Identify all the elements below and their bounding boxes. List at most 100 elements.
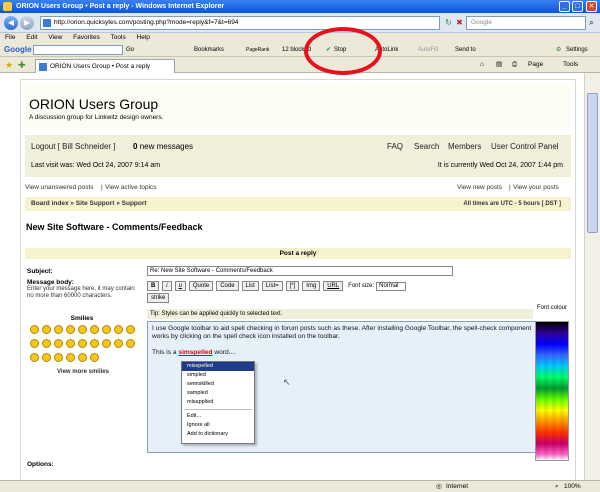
italic-button[interactable]: i [162,281,172,291]
edit-menu-item[interactable]: Edit... [182,412,254,421]
bold-button[interactable]: B [147,281,160,291]
tab-current-page[interactable]: ORION Users Group • Post a reply [35,59,175,73]
smiley-icon[interactable] [42,353,51,362]
close-button[interactable]: ✕ [586,1,597,12]
img-button[interactable]: Img [302,281,321,291]
logout-link[interactable]: Logout [ Bill Schneider ] [31,142,116,151]
site-title[interactable]: ORION Users Group [29,96,158,112]
suggestion-simpled[interactable]: simpled [182,371,254,380]
misspelled-word[interactable]: simspelled [178,349,212,356]
settings-button[interactable]: Settings [566,43,588,57]
smiley-icon[interactable] [54,353,63,362]
smiley-icon[interactable] [114,339,123,348]
body-text-prefix: This is a [152,349,177,356]
ordered-list-button[interactable]: List= [261,281,283,291]
new-messages-link[interactable]: 0 new messages [133,142,193,151]
menu-view[interactable]: View [48,34,62,41]
suggestion-misspelled[interactable]: misspelled [182,362,254,371]
colour-palette[interactable] [535,321,569,461]
menu-edit[interactable]: Edit [26,34,37,41]
bookmarks-button[interactable]: Bookmarks [194,43,224,57]
font-size-select[interactable]: Normal [376,282,407,291]
smiley-icon[interactable] [66,325,75,334]
subject-label: Subject: [27,268,53,275]
home-icon[interactable]: ⌂ [480,59,484,71]
smiley-icon[interactable] [30,339,39,348]
add-favorite-icon[interactable]: ✚ [18,60,26,71]
new-messages-count: 0 [133,142,138,151]
smiley-icon[interactable] [102,339,111,348]
smiley-icon[interactable] [90,325,99,334]
smiley-icon[interactable] [90,353,99,362]
smiley-icon[interactable] [78,339,87,348]
suggestion-sampled[interactable]: sampled [182,389,254,398]
print-icon[interactable]: ⎙ [512,59,517,71]
ignore-all-menu-item[interactable]: Ignore all [182,421,254,430]
view-more-smilies-link[interactable]: View more smilies [27,369,139,375]
suggestion-misapplied[interactable]: misapplied [182,398,254,407]
topic-title[interactable]: New Site Software - Comments/Feedback [26,222,203,232]
list-item-button[interactable]: [*] [285,281,300,291]
search-input[interactable]: Google [466,16,586,30]
smiley-icon[interactable] [78,353,87,362]
list-button[interactable]: List [241,281,259,291]
view-unanswered-link[interactable]: View unanswered posts [25,184,94,191]
subject-input[interactable]: Re: New Site Software - Comments/Feedbac… [147,266,453,276]
smiley-icon[interactable] [126,339,135,348]
smiley-icon[interactable] [102,325,111,334]
autofill-button[interactable]: AutoFill [418,43,438,57]
back-button[interactable]: ◀ [4,16,18,30]
view-active-link[interactable]: View active topics [105,184,157,191]
smiley-icon[interactable] [54,339,63,348]
quote-button[interactable]: Quote [188,281,214,291]
go-button[interactable]: Go [126,43,134,57]
add-to-dictionary-menu-item[interactable]: Add to dictionary [182,430,254,439]
stop-icon[interactable]: ✖ [454,17,465,28]
faq-link[interactable]: FAQ [387,142,403,151]
search-icon[interactable]: ⌕ [586,17,597,28]
minimize-button[interactable]: _ [559,1,570,12]
search-link[interactable]: Search [414,142,439,151]
tools-menu[interactable]: Tools [563,59,578,71]
forward-button[interactable]: ▶ [20,16,34,30]
send-to-button[interactable]: Send to [455,43,476,57]
smiley-icon[interactable] [78,325,87,334]
menu-tools[interactable]: Tools [111,34,126,41]
maximize-button[interactable]: □ [572,1,583,12]
smiley-icon[interactable] [90,339,99,348]
suggestion-semiskilled[interactable]: semiskilled [182,380,254,389]
smiley-icon[interactable] [30,353,39,362]
vertical-scrollbar[interactable] [584,73,600,480]
address-input[interactable]: http://orion.quicksytes.com/posting.php?… [40,16,440,30]
scrollbar-thumb[interactable] [587,93,598,233]
members-link[interactable]: Members [448,142,481,151]
refresh-icon[interactable]: ↻ [443,17,454,28]
smilies-grid [29,324,139,366]
url-button[interactable]: URL [323,281,344,291]
smiley-icon[interactable] [66,353,75,362]
underline-button[interactable]: u [174,281,186,291]
favorites-star-icon[interactable]: ★ [5,60,13,71]
new-messages-label: new messages [139,142,194,151]
code-button[interactable]: Code [216,281,239,291]
google-search-input[interactable] [33,45,123,55]
smiley-icon[interactable] [126,325,135,334]
smiley-icon[interactable] [30,325,39,334]
strike-button[interactable]: strike [147,293,170,303]
smiley-icon[interactable] [42,325,51,334]
smiley-icon[interactable] [54,325,63,334]
menu-favorites[interactable]: Favorites [73,34,100,41]
smiley-icon[interactable] [114,325,123,334]
breadcrumb-links[interactable]: Board index » Site Support » Support [31,200,147,207]
view-your-link[interactable]: View your posts [513,184,559,191]
message-body-help: Enter your message here, it may contain … [27,286,135,299]
menu-file[interactable]: File [5,34,15,41]
page-menu[interactable]: Page [528,59,543,71]
view-new-link[interactable]: View new posts [457,184,502,191]
menu-help[interactable]: Help [137,34,150,41]
feeds-icon[interactable]: ▤ [496,59,502,71]
smiley-icon[interactable] [42,339,51,348]
smiley-icon[interactable] [66,339,75,348]
zoom-level[interactable]: 100% [564,481,581,492]
user-control-panel-link[interactable]: User Control Panel [491,142,559,151]
